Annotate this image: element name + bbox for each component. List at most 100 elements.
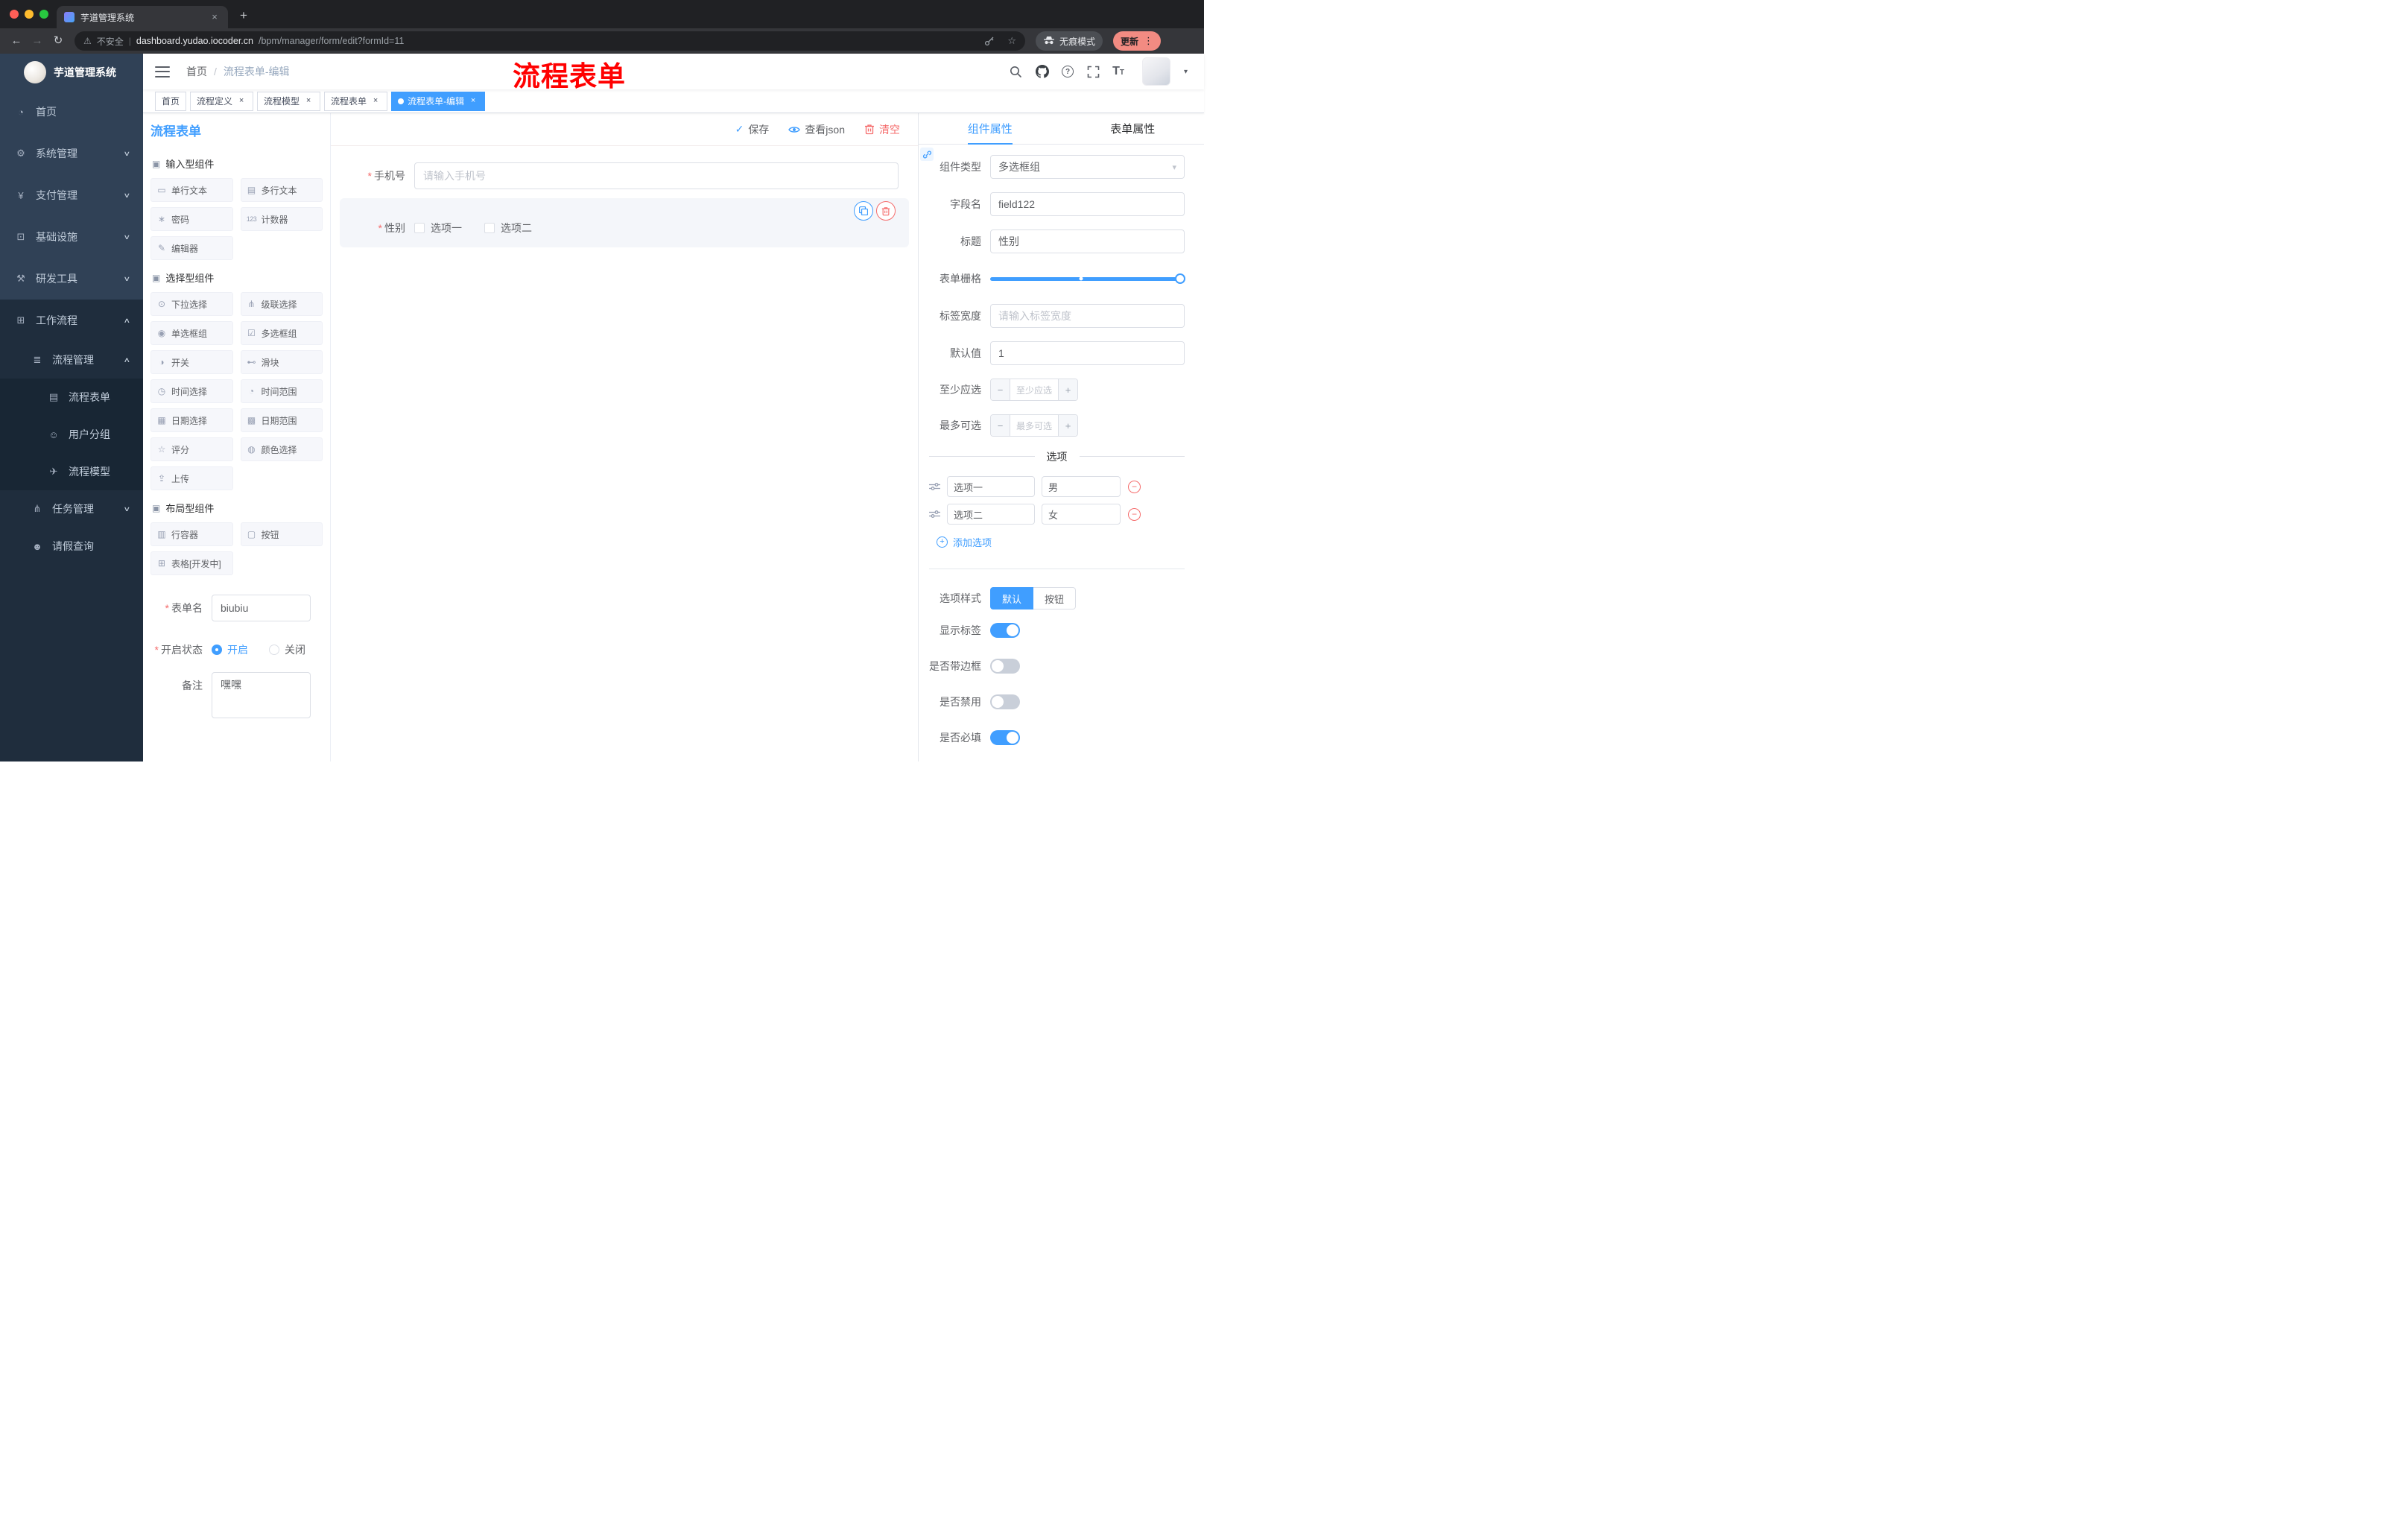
back-icon[interactable]: ← xyxy=(6,31,27,51)
tag-process-form[interactable]: 流程表单 × xyxy=(324,91,388,111)
component-type-select[interactable]: 多选框组 ▾ xyxy=(990,155,1185,179)
min-select-value[interactable]: 至少应选 xyxy=(1010,379,1058,400)
help-icon[interactable]: ? xyxy=(1062,66,1074,77)
style-button-button[interactable]: 按钮 xyxy=(1033,587,1077,609)
component-time-picker[interactable]: ◷ 时间选择 xyxy=(150,379,233,403)
clear-button[interactable]: 清空 xyxy=(864,122,900,137)
form-name-input[interactable] xyxy=(212,595,311,621)
add-option-button[interactable]: + 添加选项 xyxy=(937,535,1185,549)
sidebar-item-home[interactable]: ◔ 首页 xyxy=(0,91,143,133)
form-canvas[interactable]: * 手机号 请输入手机号 * 性别 选项一 选项二 xyxy=(331,146,918,762)
minus-icon[interactable]: − xyxy=(991,415,1010,436)
component-color-picker[interactable]: ◍ 颜色选择 xyxy=(240,437,323,461)
canvas-field-gender-selected[interactable]: * 性别 选项一 选项二 xyxy=(340,198,909,247)
component-date-range[interactable]: ▩ 日期范围 xyxy=(240,408,323,432)
sidebar-item-process-manage[interactable]: ≣ 流程管理 ∧ xyxy=(0,341,143,379)
new-tab-button[interactable]: + xyxy=(234,6,253,25)
required-toggle[interactable] xyxy=(990,730,1020,745)
default-value-input[interactable] xyxy=(990,341,1185,365)
component-rate[interactable]: ☆ 评分 xyxy=(150,437,233,461)
component-checkbox-group[interactable]: ☑ 多选框组 xyxy=(240,321,323,345)
component-time-range[interactable]: ◔ 时间范围 xyxy=(240,379,323,403)
border-toggle[interactable] xyxy=(990,659,1020,674)
breadcrumb-home[interactable]: 首页 xyxy=(186,64,207,79)
zoom-window-button[interactable] xyxy=(39,10,48,19)
browser-menu-kebab-icon[interactable]: ⋮ xyxy=(1144,35,1153,47)
url-field[interactable]: ⚠ 不安全 | dashboard.yudao.iocoder.cn /bpm/… xyxy=(75,31,1025,51)
avatar-caret-icon[interactable]: ▾ xyxy=(1184,68,1188,76)
github-icon[interactable] xyxy=(1035,64,1050,79)
sidebar-item-task-manage[interactable]: ⋔ 任务管理 ∨ xyxy=(0,490,143,528)
fullscreen-icon[interactable] xyxy=(1086,64,1100,79)
tab-form-props[interactable]: 表单属性 xyxy=(1062,113,1205,144)
component-date-picker[interactable]: ▦ 日期选择 xyxy=(150,408,233,432)
close-window-button[interactable] xyxy=(10,10,19,19)
option-1-value-input[interactable] xyxy=(1042,476,1121,497)
minus-icon[interactable]: − xyxy=(991,379,1010,400)
component-password[interactable]: ∗ 密码 xyxy=(150,207,233,231)
sidebar-item-user-group[interactable]: ☺ 用户分组 xyxy=(0,416,143,453)
font-size-icon[interactable]: TT xyxy=(1112,66,1124,77)
sidebar-item-devtools[interactable]: ⚒ 研发工具 ∨ xyxy=(0,258,143,300)
link-icon[interactable] xyxy=(920,148,934,161)
radio-status-on[interactable]: 开启 xyxy=(212,642,248,657)
hamburger-icon[interactable] xyxy=(155,66,170,77)
option-2-label-input[interactable] xyxy=(947,504,1035,525)
gender-option-2[interactable]: 选项二 xyxy=(484,221,532,235)
tab-component-props[interactable]: 组件属性 xyxy=(919,113,1062,144)
remove-option-icon[interactable]: − xyxy=(1128,507,1141,521)
field-name-input[interactable] xyxy=(990,192,1185,216)
tag-process-definition[interactable]: 流程定义 × xyxy=(190,91,254,111)
app-logo[interactable]: 芋道管理系统 xyxy=(0,54,143,91)
save-button[interactable]: ✓ 保存 xyxy=(735,122,770,137)
minimize-window-button[interactable] xyxy=(25,10,34,19)
search-icon[interactable] xyxy=(1008,64,1023,79)
sidebar-item-process-form[interactable]: ▤ 流程表单 xyxy=(0,379,143,416)
key-icon[interactable] xyxy=(984,36,995,46)
copy-field-button[interactable] xyxy=(854,201,873,221)
tag-process-model[interactable]: 流程模型 × xyxy=(257,91,321,111)
component-counter[interactable]: 123 计数器 xyxy=(240,207,323,231)
component-single-line-text[interactable]: ▭ 单行文本 xyxy=(150,178,233,202)
component-row-container[interactable]: ▥ 行容器 xyxy=(150,522,233,546)
component-cascader[interactable]: ⋔ 级联选择 xyxy=(240,292,323,316)
canvas-field-phone[interactable]: * 手机号 xyxy=(340,162,899,189)
component-table[interactable]: ⊞ 表格[开发中] xyxy=(150,551,233,575)
sidebar-item-infrastructure[interactable]: ⊡ 基础设施 ∨ xyxy=(0,216,143,258)
browser-tab[interactable]: 芋道管理系统 × xyxy=(57,6,228,28)
close-icon[interactable]: × xyxy=(370,96,381,107)
tag-home[interactable]: 首页 xyxy=(155,91,187,111)
security-warning-icon[interactable]: ⚠ xyxy=(83,36,92,46)
component-textarea[interactable]: ▤ 多行文本 xyxy=(240,178,323,202)
plus-icon[interactable]: + xyxy=(1058,415,1077,436)
max-select-value[interactable]: 最多可选 xyxy=(1010,415,1058,436)
delete-field-button[interactable] xyxy=(876,201,896,221)
option-1-label-input[interactable] xyxy=(947,476,1035,497)
sidebar-item-process-model[interactable]: ✈ 流程模型 xyxy=(0,453,143,490)
tab-close-icon[interactable]: × xyxy=(209,11,221,23)
show-label-toggle[interactable] xyxy=(990,623,1020,638)
component-button[interactable]: ▢ 按钮 xyxy=(240,522,323,546)
browser-update-pill[interactable]: 更新 ⋮ xyxy=(1112,31,1161,51)
drag-handle-icon[interactable] xyxy=(929,510,941,519)
disabled-toggle[interactable] xyxy=(990,694,1020,709)
remove-option-icon[interactable]: − xyxy=(1128,480,1141,493)
component-switch[interactable]: ◑ 开关 xyxy=(150,350,233,374)
component-editor[interactable]: ✎ 编辑器 xyxy=(150,236,233,260)
slider-track[interactable] xyxy=(990,273,1185,284)
grid-slider[interactable] xyxy=(990,267,1185,291)
reload-icon[interactable]: ↻ xyxy=(48,31,69,51)
slider-thumb[interactable] xyxy=(1175,273,1185,284)
component-select[interactable]: ⊙ 下拉选择 xyxy=(150,292,233,316)
close-icon[interactable]: × xyxy=(303,96,314,107)
style-default-button[interactable]: 默认 xyxy=(990,587,1034,609)
tag-process-form-edit[interactable]: 流程表单-编辑 × xyxy=(391,91,486,111)
sidebar-item-workflow[interactable]: ⊞ 工作流程 ∧ xyxy=(0,300,143,341)
title-input[interactable] xyxy=(990,229,1185,253)
view-json-button[interactable]: 查看json xyxy=(788,122,845,137)
drag-handle-icon[interactable] xyxy=(929,482,941,491)
label-width-input[interactable] xyxy=(990,304,1185,328)
remark-textarea[interactable]: 嘿嘿 xyxy=(212,672,311,718)
phone-input[interactable] xyxy=(414,162,899,189)
plus-icon[interactable]: + xyxy=(1058,379,1077,400)
